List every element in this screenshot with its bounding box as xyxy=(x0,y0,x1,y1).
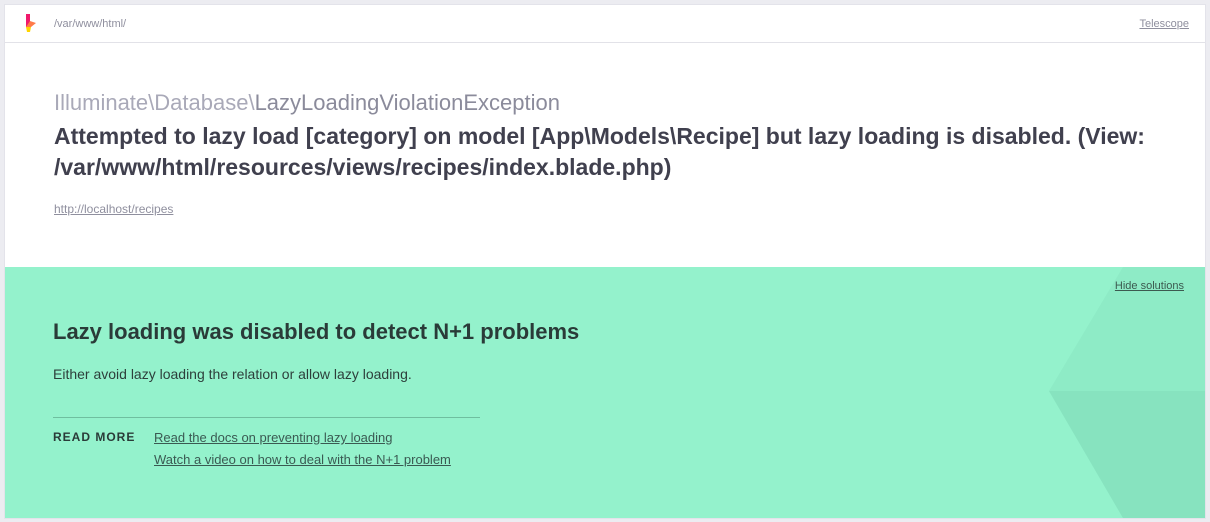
exception-message: Attempted to lazy load [category] on mod… xyxy=(54,123,1145,180)
solution-panel: Hide solutions Lazy loading was disabled… xyxy=(5,267,1205,518)
docs-lazy-loading-link[interactable]: Read the docs on preventing lazy loading xyxy=(154,430,393,445)
error-page: /var/www/html/ Telescope Illuminate\Data… xyxy=(5,5,1205,518)
exception-class: Illuminate\Database\LazyLoadingViolation… xyxy=(54,90,560,116)
ignition-logo-icon xyxy=(24,13,38,33)
telescope-link[interactable]: Telescope xyxy=(1139,18,1189,30)
hide-solutions-button[interactable]: Hide solutions xyxy=(1115,280,1184,292)
solution-background-shape xyxy=(1049,267,1205,518)
n-plus-one-video-link[interactable]: Watch a video on how to deal with the N+… xyxy=(154,452,451,467)
read-more-label: READ MORE xyxy=(53,430,136,444)
request-url-link[interactable]: http://localhost/recipes xyxy=(54,202,173,216)
solution-title: Lazy loading was disabled to detect N+1 … xyxy=(53,319,580,344)
solution-description: Either avoid lazy loading the relation o… xyxy=(53,366,412,382)
exception-short-class: LazyLoadingViolationException xyxy=(254,90,560,115)
app-path: /var/www/html/ xyxy=(54,18,127,30)
exception-section: Illuminate\Database\LazyLoadingViolation… xyxy=(5,43,1205,267)
top-bar: /var/www/html/ Telescope xyxy=(5,5,1205,43)
exception-namespace: Illuminate\Database\ xyxy=(54,90,255,115)
solution-divider xyxy=(53,417,480,418)
